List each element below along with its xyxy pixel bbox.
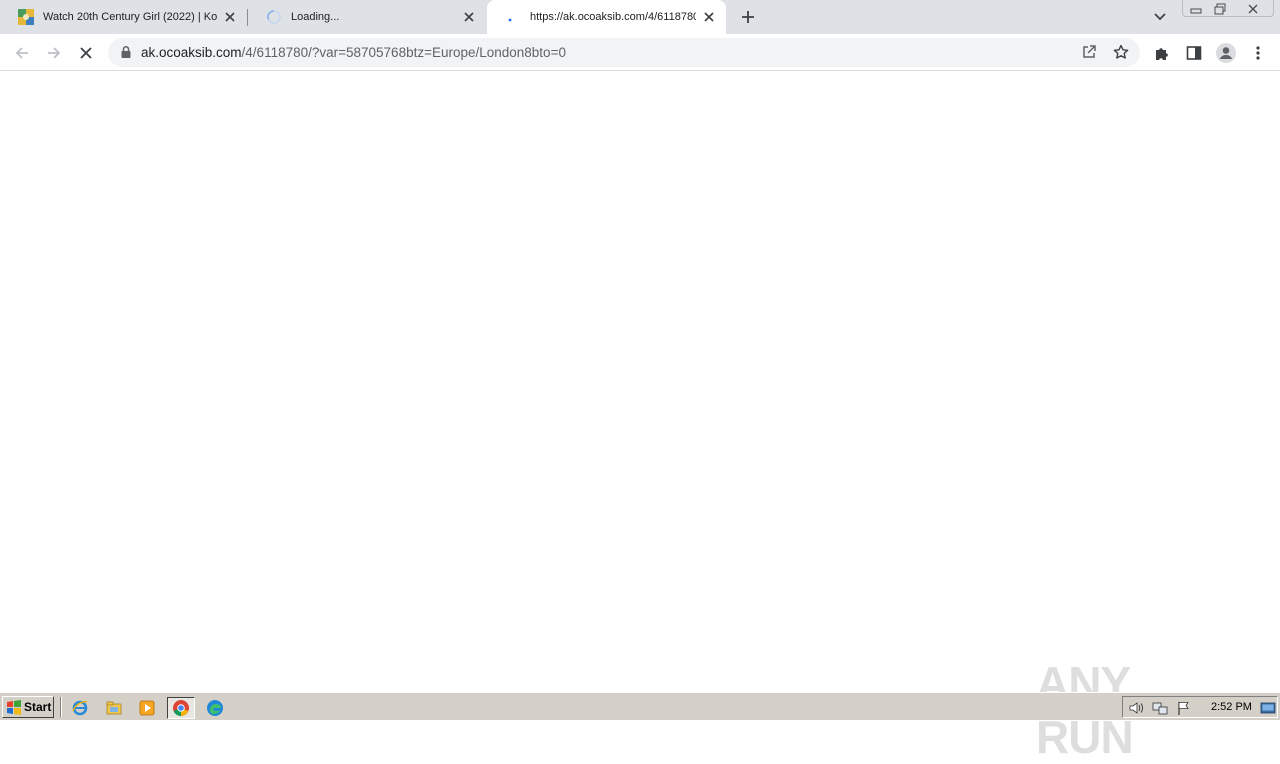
tab-title: https://ak.ocoaksib.com/4/6118780/ (530, 11, 696, 23)
close-tab-icon[interactable] (221, 8, 239, 26)
close-window-button[interactable] (1240, 0, 1266, 17)
stop-loading-button[interactable] (73, 40, 99, 66)
plus-icon (742, 11, 754, 23)
start-button[interactable]: Start (2, 696, 54, 718)
chevron-down-icon (1154, 13, 1166, 21)
page-viewport[interactable]: ANY RUN (0, 72, 1280, 763)
profile-button[interactable] (1213, 40, 1239, 66)
url-host: ak.ocoaksib.com (141, 45, 242, 60)
tab-title: Watch 20th Century Girl (2022) | Kor (43, 11, 217, 23)
side-panel-button[interactable] (1181, 40, 1207, 66)
arrow-left-icon (15, 47, 28, 59)
new-tab-button[interactable] (737, 6, 759, 28)
windows-logo-icon (7, 700, 21, 715)
kebab-menu-icon (1256, 46, 1260, 60)
url-path: /4/6118780/?var=58705768btz=Europe/Londo… (241, 45, 566, 60)
avatar-icon (1216, 43, 1236, 63)
tab-title: Loading... (291, 11, 340, 23)
star-icon (1113, 44, 1129, 59)
bookmark-button[interactable] (1108, 39, 1134, 65)
flag-icon[interactable] (1176, 700, 1192, 716)
loading-dot-icon (505, 9, 521, 25)
arrow-right-icon (48, 47, 61, 59)
restore-icon (1214, 3, 1226, 14)
tab-strip: Watch 20th Century Girl (2022) | Kor Loa… (0, 0, 1280, 34)
close-tab-icon[interactable] (700, 8, 718, 26)
stop-icon (80, 47, 92, 59)
edge-icon[interactable] (204, 697, 226, 719)
share-button[interactable] (1076, 39, 1102, 65)
menu-button[interactable] (1245, 40, 1271, 66)
share-icon (1083, 45, 1096, 58)
tab-loading[interactable]: Loading... (248, 0, 486, 34)
forward-button[interactable] (41, 40, 67, 66)
extensions-button[interactable] (1149, 40, 1175, 66)
loading-spinner-icon (266, 9, 282, 25)
tab-search-button[interactable] (1150, 7, 1170, 27)
close-tab-icon[interactable] (460, 8, 478, 26)
media-player-icon[interactable] (136, 697, 158, 719)
volume-icon[interactable] (1128, 700, 1144, 716)
show-desktop-icon[interactable] (1260, 700, 1276, 716)
system-tray: 2:52 PM (1122, 696, 1278, 718)
minimize-icon (1190, 8, 1202, 13)
tab-ak-ocoaksib[interactable]: https://ak.ocoaksib.com/4/6118780/ (487, 0, 726, 34)
restore-button[interactable] (1210, 0, 1230, 17)
chrome-icon[interactable] (167, 697, 195, 719)
minimize-button[interactable] (1186, 0, 1206, 17)
address-bar[interactable]: ak.ocoaksib.com/4/6118780/?var=58705768b… (108, 38, 1140, 67)
tab-watch-20th-century-girl[interactable]: Watch 20th Century Girl (2022) | Kor (0, 0, 247, 34)
puzzle-icon (1156, 48, 1168, 60)
side-panel-icon (1186, 46, 1202, 60)
url-text[interactable]: ak.ocoaksib.com/4/6118780/?var=58705768b… (141, 45, 566, 60)
clock: 2:52 PM (1211, 701, 1252, 713)
back-button[interactable] (9, 40, 35, 66)
site-icon (18, 9, 34, 25)
browser-toolbar: ak.ocoaksib.com/4/6118780/?var=58705768b… (0, 34, 1280, 71)
taskbar-separator (60, 697, 62, 717)
close-icon (1248, 4, 1258, 13)
start-label: Start (24, 700, 52, 714)
explorer-icon[interactable] (103, 697, 125, 719)
ie-icon[interactable] (69, 697, 91, 719)
windows-taskbar: Start 2:52 PM (0, 692, 1280, 720)
lock-icon[interactable] (120, 45, 132, 59)
network-icon[interactable] (1152, 700, 1168, 716)
